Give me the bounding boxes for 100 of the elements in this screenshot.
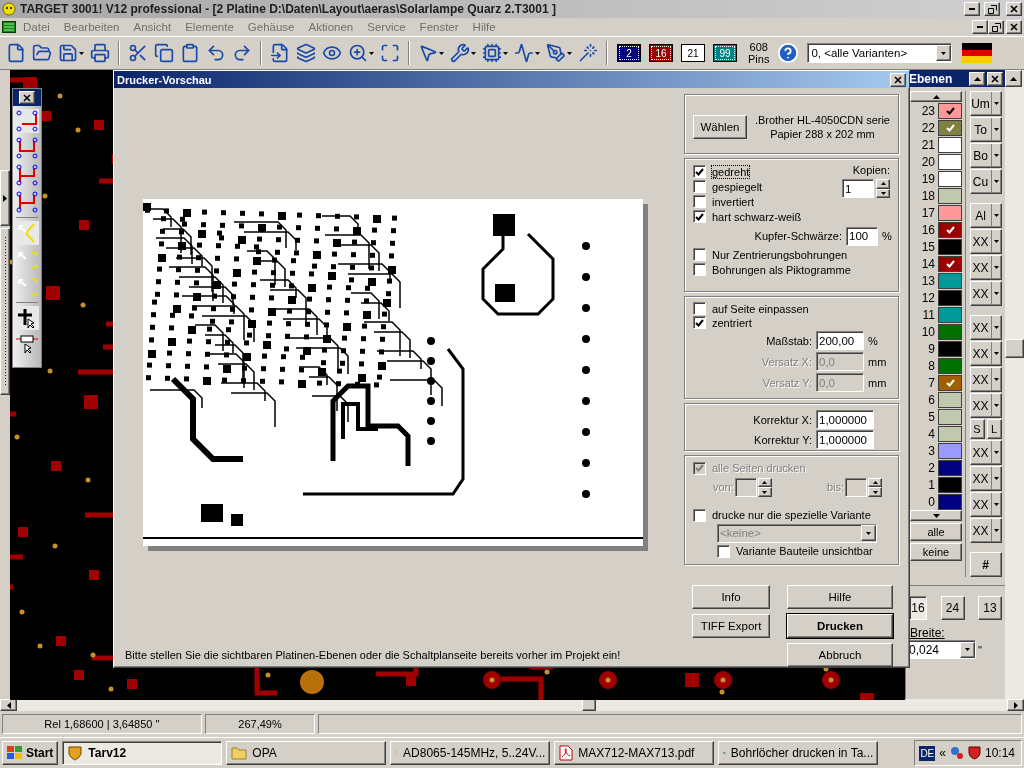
layer-badge[interactable]: 99 bbox=[713, 44, 737, 62]
layer-swatch[interactable] bbox=[938, 153, 962, 170]
layer-swatch[interactable] bbox=[938, 459, 962, 476]
taskbar-item[interactable]: Bohrlöcher drucken in Ta... bbox=[718, 741, 879, 765]
layer-swatch[interactable] bbox=[938, 323, 962, 340]
minimize-button[interactable] bbox=[972, 20, 988, 34]
variant-select[interactable]: 0, <alle Varianten> bbox=[807, 43, 953, 63]
close-button[interactable] bbox=[1006, 2, 1022, 16]
print-option-checkbox[interactable] bbox=[693, 195, 706, 208]
grid-button[interactable]: # bbox=[969, 552, 1002, 577]
layer-tool-button[interactable]: Cu bbox=[969, 169, 1002, 194]
layer-swatch[interactable] bbox=[938, 255, 962, 272]
layer-tool-button[interactable]: XX bbox=[969, 255, 1002, 280]
layer-swatch[interactable] bbox=[938, 204, 962, 221]
value-field[interactable]: 200,00 bbox=[816, 331, 864, 351]
layer-swatch[interactable] bbox=[938, 272, 962, 289]
dialog-button[interactable]: Drucken bbox=[787, 614, 893, 638]
layer-tool-button[interactable]: XX bbox=[969, 367, 1002, 392]
dialog-button[interactable]: Abbruch bbox=[787, 643, 893, 667]
value-field[interactable]: 1,000000 bbox=[816, 430, 874, 449]
layer-tool-button[interactable]: XX bbox=[969, 492, 1002, 517]
layer-tool-button[interactable]: XX bbox=[969, 466, 1002, 491]
cross-cursor-tool[interactable] bbox=[15, 306, 39, 330]
grid-size-button[interactable]: 24 bbox=[940, 596, 965, 620]
layer-swatch[interactable] bbox=[938, 425, 962, 442]
layer-swatch[interactable] bbox=[938, 187, 962, 204]
layer-swatch[interactable] bbox=[938, 374, 962, 391]
layer-swatch[interactable] bbox=[938, 391, 962, 408]
layer-swatch[interactable] bbox=[938, 493, 962, 510]
drill-option-checkbox[interactable] bbox=[693, 263, 706, 276]
layer-tool-button[interactable]: S bbox=[969, 419, 985, 439]
vertical-scrollbar[interactable] bbox=[1005, 70, 1024, 699]
restore-button[interactable] bbox=[984, 2, 1000, 16]
taskbar-item[interactable]: AD8065-145MHz, 5..24V... bbox=[390, 741, 551, 765]
layers-tool[interactable] bbox=[294, 41, 318, 65]
layer-swatch[interactable] bbox=[938, 476, 962, 493]
layer-tool-button[interactable]: L bbox=[986, 419, 1002, 439]
scroll-up-button[interactable] bbox=[910, 91, 962, 102]
layer-tool-button[interactable]: XX bbox=[969, 315, 1002, 340]
spin-buttons[interactable] bbox=[868, 477, 882, 497]
taskbar-item[interactable]: Tarv12 bbox=[62, 741, 223, 765]
value-field[interactable]: 1,000000 bbox=[816, 410, 874, 429]
layer-tool-button[interactable]: XX bbox=[969, 341, 1002, 366]
layer-badge[interactable]: 21 bbox=[681, 44, 705, 62]
chip-tool[interactable] bbox=[480, 41, 510, 65]
printer-tool[interactable] bbox=[88, 41, 112, 65]
show-none-button[interactable]: keine bbox=[910, 543, 962, 561]
scrollbar-thumb[interactable] bbox=[1005, 339, 1024, 358]
trace-route-tool[interactable] bbox=[15, 109, 39, 133]
print-option-checkbox[interactable] bbox=[693, 165, 706, 178]
close-button[interactable] bbox=[987, 71, 1003, 86]
copy-tool[interactable] bbox=[152, 41, 176, 65]
layer-swatch[interactable] bbox=[938, 357, 962, 374]
spin-buttons[interactable] bbox=[757, 477, 772, 497]
layer-badge[interactable]: 16 bbox=[649, 44, 673, 62]
spin-buttons[interactable] bbox=[876, 179, 890, 198]
layer-badge[interactable]: 2 bbox=[617, 44, 641, 62]
restore-button[interactable] bbox=[988, 20, 1004, 34]
close-button[interactable] bbox=[19, 91, 35, 104]
placement-option-checkbox[interactable] bbox=[693, 302, 706, 316]
layer-swatch[interactable] bbox=[938, 221, 962, 238]
drill-option-checkbox[interactable] bbox=[693, 248, 706, 261]
tray-expand-button[interactable]: « bbox=[939, 746, 946, 760]
layer-swatch[interactable] bbox=[938, 306, 962, 323]
layer-swatch[interactable] bbox=[938, 289, 962, 306]
grid-size-button[interactable]: 13 bbox=[978, 596, 1002, 620]
layer-swatch[interactable] bbox=[938, 340, 962, 357]
help-icon[interactable] bbox=[777, 42, 800, 64]
taskbar-item[interactable]: MAX712-MAX713.pdf bbox=[554, 741, 715, 765]
dialog-button[interactable]: Info bbox=[692, 585, 770, 609]
layer-swatch[interactable] bbox=[938, 238, 962, 255]
panel-tab[interactable] bbox=[0, 170, 10, 226]
layer-tool-button[interactable]: XX bbox=[969, 229, 1002, 254]
language-indicator[interactable]: DE bbox=[919, 745, 936, 761]
layer-swatch[interactable] bbox=[938, 136, 962, 153]
trace-route-tool[interactable] bbox=[15, 136, 39, 160]
layer-tool-button[interactable]: Um bbox=[969, 91, 1002, 116]
scroll-down-button[interactable] bbox=[910, 510, 962, 521]
copies-field[interactable]: 1 bbox=[842, 179, 874, 198]
to-page-field[interactable] bbox=[845, 477, 867, 497]
pen-tool[interactable] bbox=[544, 41, 574, 65]
layer-swatch[interactable] bbox=[938, 102, 962, 119]
variant-checkbox[interactable] bbox=[693, 508, 706, 522]
signal-wave-tool[interactable] bbox=[512, 41, 542, 65]
start-button[interactable]: Start bbox=[2, 741, 59, 765]
wrench-tool[interactable] bbox=[448, 41, 478, 65]
layer-tool-button[interactable]: XX bbox=[969, 393, 1002, 418]
trace-route-tool[interactable] bbox=[15, 190, 39, 214]
layer-swatch[interactable] bbox=[938, 408, 962, 425]
dialog-button[interactable]: TIFF Export bbox=[692, 614, 770, 638]
layer-tool-button[interactable]: Bo bbox=[969, 143, 1002, 168]
printer-select-button[interactable]: Wählen bbox=[693, 115, 747, 139]
layer-swatch[interactable] bbox=[938, 170, 962, 187]
from-page-field[interactable] bbox=[734, 477, 757, 497]
layer-swatch[interactable] bbox=[938, 119, 962, 136]
layer-tool-button[interactable]: XX bbox=[969, 518, 1002, 543]
collapse-button[interactable] bbox=[969, 71, 985, 86]
placement-option-checkbox[interactable] bbox=[693, 316, 706, 330]
show-all-button[interactable]: alle bbox=[910, 523, 962, 541]
layer-tool-button[interactable]: XX bbox=[969, 281, 1002, 306]
